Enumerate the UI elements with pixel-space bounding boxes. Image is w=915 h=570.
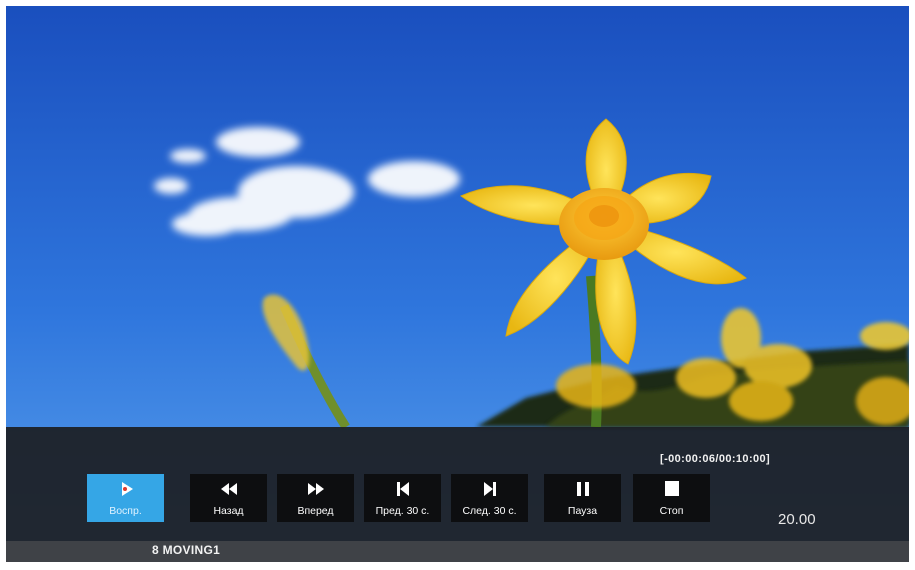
skip-back-30s-button[interactable]: Пред. 30 с. [364, 474, 441, 522]
playback-control-panel: [-00:00:06/00:10:00] Воспр. Назад Вперед… [6, 427, 909, 541]
file-title: 8 MOVING1 [152, 543, 221, 557]
fast-forward-icon [307, 483, 324, 495]
skip-forward-30s-button[interactable]: След. 30 с. [451, 474, 528, 522]
stop-button[interactable]: Стоп [633, 474, 710, 522]
volume-readout: 20.00 [778, 511, 816, 528]
status-bar: 8 MOVING1 [6, 541, 909, 562]
skip-forward-30s-button-label: След. 30 с. [462, 505, 517, 517]
play-button-label: Воспр. [109, 505, 142, 517]
media-player-screen: [-00:00:06/00:10:00] Воспр. Назад Вперед… [6, 6, 909, 562]
stop-button-label: Стоп [659, 505, 684, 517]
skip-back-icon [396, 482, 409, 496]
time-readout: [-00:00:06/00:10:00] [660, 453, 771, 465]
skip-back-30s-button-label: Пред. 30 с. [375, 505, 430, 517]
fast-forward-button-label: Вперед [297, 505, 334, 517]
pause-button-label: Пауза [567, 505, 598, 517]
pause-button[interactable]: Пауза [544, 474, 621, 522]
pause-icon [576, 482, 589, 496]
play-icon [121, 482, 133, 496]
fast-forward-button[interactable]: Вперед [277, 474, 354, 522]
rewind-button[interactable]: Назад [190, 474, 267, 522]
stop-icon [664, 481, 679, 496]
rewind-button-label: Назад [213, 505, 244, 517]
rewind-icon [220, 483, 237, 495]
skip-forward-icon [483, 482, 496, 496]
play-button[interactable]: Воспр. [87, 474, 164, 522]
